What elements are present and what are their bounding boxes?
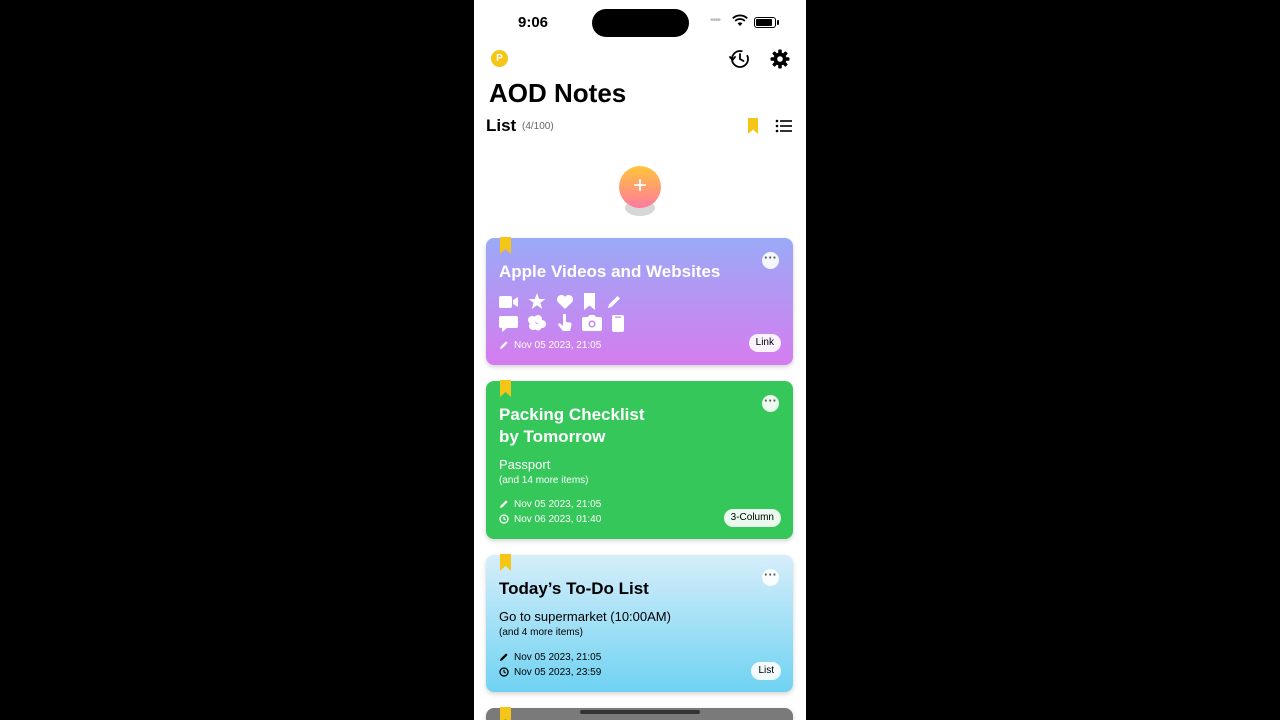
chat-bubble-icon xyxy=(499,315,518,332)
phone-screen: 9:06 •••• P AOD Notes List (4/100) + ···… xyxy=(474,0,806,720)
note-title-line2: by Tomorrow xyxy=(499,427,606,446)
more-items-count: (and 14 more items) xyxy=(499,475,589,486)
list-count: (4/100) xyxy=(522,121,554,132)
edit-pencil-icon xyxy=(500,500,508,508)
bookmark-icon xyxy=(584,293,596,311)
list-view-icon[interactable] xyxy=(774,117,794,135)
note-preview: Passport xyxy=(499,457,551,472)
dynamic-island xyxy=(592,9,689,37)
page-title: AOD Notes xyxy=(489,78,627,108)
brain-icon xyxy=(528,314,547,330)
note-title: Today’s To-Do List xyxy=(499,579,649,598)
note-type-tag: 3-Column xyxy=(723,509,781,527)
add-note-button[interactable]: + xyxy=(619,166,661,218)
wifi-icon xyxy=(732,14,748,26)
list-label: List xyxy=(486,116,517,135)
note-title-line1: Packing Checklist xyxy=(499,405,645,424)
phone-icon xyxy=(611,314,624,332)
battery-icon xyxy=(754,17,779,28)
edit-pencil-icon xyxy=(500,341,508,349)
more-options-button[interactable]: ··· xyxy=(762,568,779,586)
note-card[interactable]: ··· Apple Videos and Websites Nov 05 202… xyxy=(486,237,793,365)
bookmark-ribbon-icon xyxy=(500,707,511,720)
clock-icon xyxy=(499,514,509,524)
more-items-count: (and 4 more items) xyxy=(499,627,583,638)
star-icon xyxy=(528,293,546,310)
status-bar: 9:06 •••• xyxy=(474,0,806,44)
camera-icon xyxy=(582,315,603,331)
note-title: Apple Videos and Websites xyxy=(499,262,721,281)
video-icon xyxy=(499,295,518,308)
note-icons xyxy=(499,293,639,335)
bookmark-ribbon-icon xyxy=(500,237,511,254)
edit-pencil-icon xyxy=(500,653,508,661)
heart-icon xyxy=(556,294,573,309)
note-type-tag: Link xyxy=(748,334,781,352)
signal-icon: •••• xyxy=(710,15,721,26)
hand-pointer-icon xyxy=(558,314,572,331)
note-card[interactable]: ··· Packing Checklist by Tomorrow Passpo… xyxy=(486,380,793,539)
note-card[interactable]: ··· Today’s To-Do List Go to supermarket… xyxy=(486,554,793,692)
due-date: Nov 05 2023, 23:59 xyxy=(499,667,601,678)
status-time: 9:06 xyxy=(518,14,549,31)
pencil-icon xyxy=(607,295,620,308)
plus-icon: + xyxy=(619,166,661,208)
more-options-button[interactable]: ··· xyxy=(762,251,779,269)
gear-icon[interactable] xyxy=(768,47,792,71)
edited-date-text: Nov 05 2023, 21:05 xyxy=(514,652,602,663)
note-type-tag: List xyxy=(751,662,781,680)
bookmark-filter-icon[interactable] xyxy=(746,117,760,135)
clock-icon xyxy=(499,667,509,677)
bookmark-ribbon-icon xyxy=(500,380,511,397)
bookmark-ribbon-icon xyxy=(500,554,511,571)
edited-date-text: Nov 05 2023, 21:05 xyxy=(514,499,602,510)
edited-date: Nov 05 2023, 21:05 xyxy=(499,499,601,510)
due-date-text: Nov 06 2023, 01:40 xyxy=(514,514,602,525)
due-date-text: Nov 05 2023, 23:59 xyxy=(514,667,602,678)
more-options-button[interactable]: ··· xyxy=(762,394,779,412)
premium-badge[interactable]: P xyxy=(491,50,508,67)
edited-date: Nov 05 2023, 21:05 xyxy=(499,652,601,663)
history-icon[interactable] xyxy=(728,47,752,71)
due-date: Nov 06 2023, 01:40 xyxy=(499,514,601,525)
home-indicator[interactable] xyxy=(580,710,700,714)
note-title: Packing Checklist by Tomorrow xyxy=(499,404,645,448)
edited-date-text: Nov 05 2023, 21:05 xyxy=(514,340,602,351)
edited-date: Nov 05 2023, 21:05 xyxy=(499,340,601,351)
note-preview: Go to supermarket (10:00AM) xyxy=(499,609,671,624)
